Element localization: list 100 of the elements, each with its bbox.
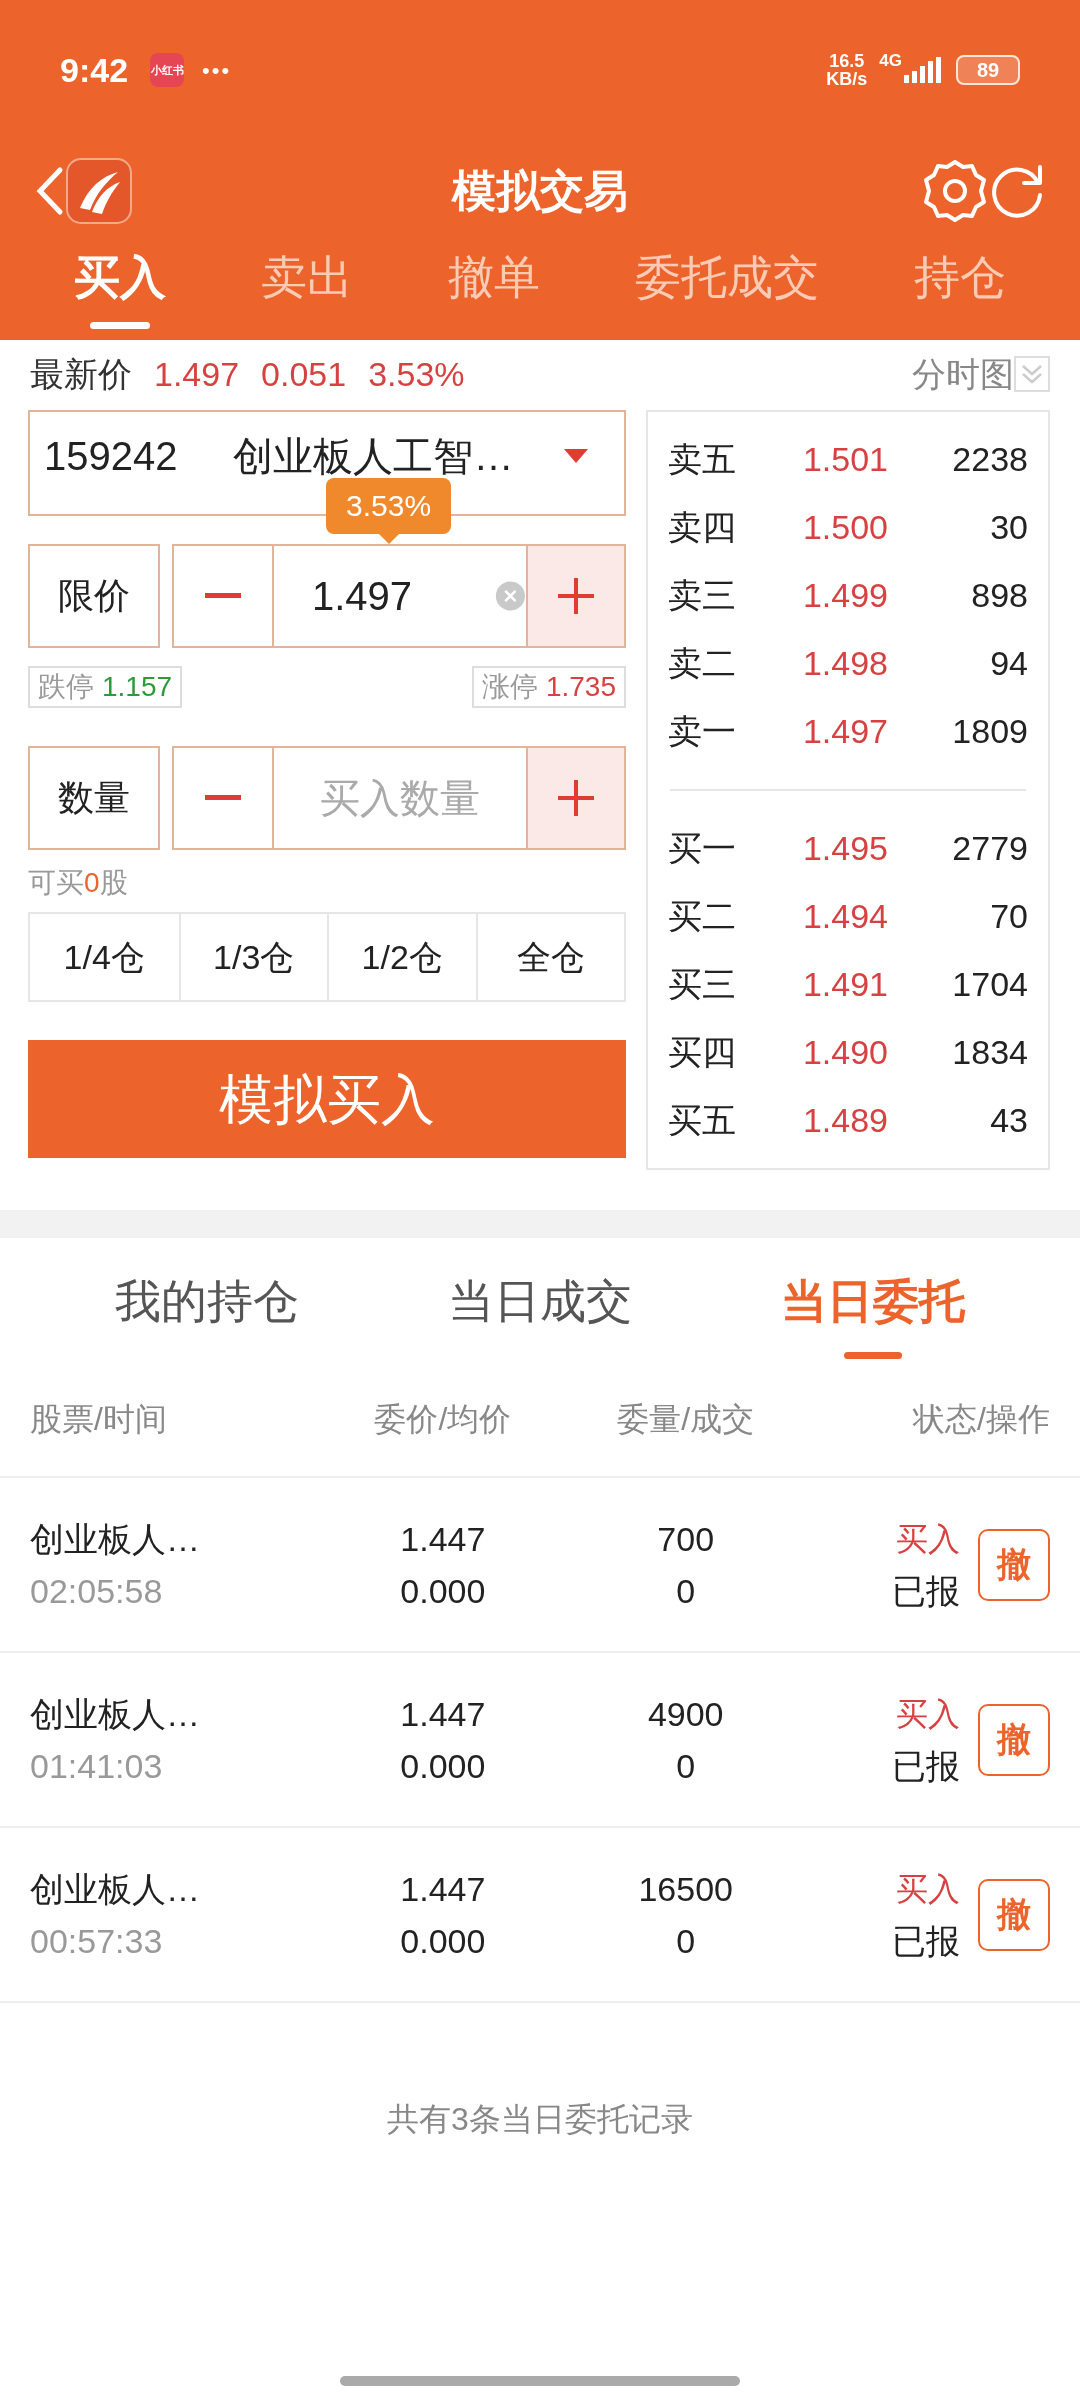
- quantity-field[interactable]: 买入数量: [274, 748, 526, 848]
- latest-price: 1.497: [154, 353, 240, 395]
- stock-name: 创业板人工智…: [233, 433, 514, 480]
- tab[interactable]: 当日成交: [448, 1269, 632, 1359]
- order-level-label: 卖四: [668, 507, 737, 549]
- order-volume: 1704: [951, 964, 1028, 1006]
- order-volume: 30: [989, 507, 1028, 549]
- chart-toggle[interactable]: 分时图: [912, 348, 1014, 400]
- order-price: 1.495: [801, 828, 888, 870]
- order-volume: 1834: [951, 1031, 1028, 1073]
- tab[interactable]: 我的持仓: [114, 1269, 299, 1359]
- order-level-label: 买三: [668, 964, 737, 1006]
- order-quantity: 4900: [647, 1693, 724, 1735]
- order-time: 02:05:58: [30, 1570, 164, 1612]
- order-status: 已报: [892, 1920, 960, 1962]
- network-type: 4G: [879, 50, 902, 72]
- tab[interactable]: 持仓: [914, 246, 1006, 329]
- limit-down-tag: 跌停 1.157: [28, 666, 183, 708]
- order-side: 买入: [896, 1694, 960, 1734]
- order-quantity: 16500: [638, 1868, 733, 1910]
- order-level-label: 卖二: [668, 642, 737, 684]
- network-speed-unit: KB/s: [826, 70, 868, 88]
- tab[interactable]: 当日委托: [781, 1269, 966, 1359]
- cancel-button[interactable]: 撤: [978, 1528, 1050, 1601]
- order-volume: 898: [970, 575, 1028, 617]
- plus-icon: [556, 576, 596, 616]
- order-price: 1.447: [400, 1518, 486, 1560]
- plus-button[interactable]: [526, 546, 624, 646]
- order-level-label: 卖五: [668, 439, 737, 481]
- filled-quantity: 0: [676, 1920, 696, 1962]
- order-price: 1.498: [801, 642, 888, 684]
- price-change-percent: 3.53%: [368, 353, 465, 395]
- order-level-label: 买二: [668, 896, 737, 938]
- column-header: 状态/操作: [911, 1400, 1050, 1439]
- tab[interactable]: 委托成交: [635, 246, 819, 329]
- buy-button[interactable]: 模拟买入: [28, 1040, 626, 1158]
- minus-icon: [205, 795, 241, 801]
- plus-icon: [556, 778, 596, 818]
- stock-name: 创业板人…: [30, 1868, 201, 1910]
- network-speed: 16.5: [829, 52, 865, 70]
- tab[interactable]: 卖出: [261, 246, 353, 329]
- quantity-stepper[interactable]: 买入数量: [172, 746, 626, 850]
- more-notifications: •••: [202, 56, 232, 85]
- plus-button[interactable]: [526, 748, 624, 848]
- limit-up-tag: 涨停 1.735: [471, 666, 626, 708]
- order-price: 1.490: [801, 1031, 888, 1073]
- column-header: 委量/成交: [616, 1400, 756, 1439]
- order-price: 1.497: [801, 710, 888, 752]
- order-quantity: 700: [657, 1518, 715, 1560]
- column-header: 委价/均价: [373, 1400, 513, 1439]
- order-price: 1.447: [400, 1868, 486, 1910]
- order-level-label: 买五: [668, 1099, 737, 1141]
- price-stepper[interactable]: 1.497: [172, 544, 626, 648]
- app-logo-icon: [66, 158, 132, 224]
- settings-icon[interactable]: [922, 158, 988, 224]
- cancel-button[interactable]: 撤: [978, 1878, 1050, 1951]
- position-button[interactable]: 1/3仓: [178, 914, 327, 1000]
- order-volume: 1809: [951, 710, 1028, 752]
- order-level-label: 买一: [668, 828, 737, 870]
- order-level-label: 卖一: [668, 710, 737, 752]
- battery-indicator: 89: [956, 55, 1020, 85]
- quantity-label: 数量: [28, 746, 160, 850]
- tab[interactable]: 买入: [74, 246, 166, 329]
- order-volume: 2238: [951, 439, 1028, 481]
- record-count: 共有3条当日委托记录: [386, 2100, 694, 2139]
- order-level-label: 买四: [668, 1031, 737, 1073]
- page-title: 模拟交易: [452, 165, 628, 217]
- order-status: 已报: [892, 1745, 960, 1787]
- order-side: 买入: [896, 1869, 960, 1909]
- position-button[interactable]: 全仓: [475, 914, 624, 1000]
- position-button[interactable]: 1/4仓: [30, 914, 179, 1000]
- order-price: 1.500: [801, 507, 888, 549]
- tab[interactable]: 撤单: [448, 246, 540, 329]
- stock-code: 159242: [44, 433, 178, 480]
- cancel-button[interactable]: 撤: [978, 1703, 1050, 1776]
- order-volume: 43: [989, 1099, 1028, 1141]
- quote-label: 最新价: [30, 353, 132, 395]
- order-price: 1.499: [801, 575, 888, 617]
- change-tooltip: 3.53%: [326, 478, 452, 544]
- order-volume: 2779: [951, 828, 1028, 870]
- order-price: 1.501: [801, 439, 888, 481]
- minus-icon: [205, 593, 241, 599]
- dropdown-caret-icon: [564, 449, 588, 463]
- order-time: 01:41:03: [30, 1745, 164, 1787]
- order-type-label: 限价: [28, 544, 160, 648]
- available-shares: 可买0股: [28, 866, 129, 900]
- app-notification-icon: 小红书: [150, 53, 185, 87]
- position-button[interactable]: 1/2仓: [327, 914, 476, 1000]
- order-side: 买入: [896, 1519, 960, 1559]
- order-price: 1.494: [801, 896, 888, 938]
- order-volume: 70: [989, 896, 1028, 938]
- column-header: 股票/时间: [30, 1400, 168, 1439]
- order-price: 1.447: [400, 1693, 486, 1735]
- price-change: 0.051: [261, 353, 347, 395]
- order-level-label: 卖三: [668, 575, 737, 617]
- price-field[interactable]: 1.497: [274, 546, 496, 646]
- stock-name: 创业板人…: [30, 1518, 201, 1560]
- filled-quantity: 0: [676, 1745, 696, 1787]
- stock-name: 创业板人…: [30, 1693, 201, 1735]
- signal-icon: [902, 57, 942, 83]
